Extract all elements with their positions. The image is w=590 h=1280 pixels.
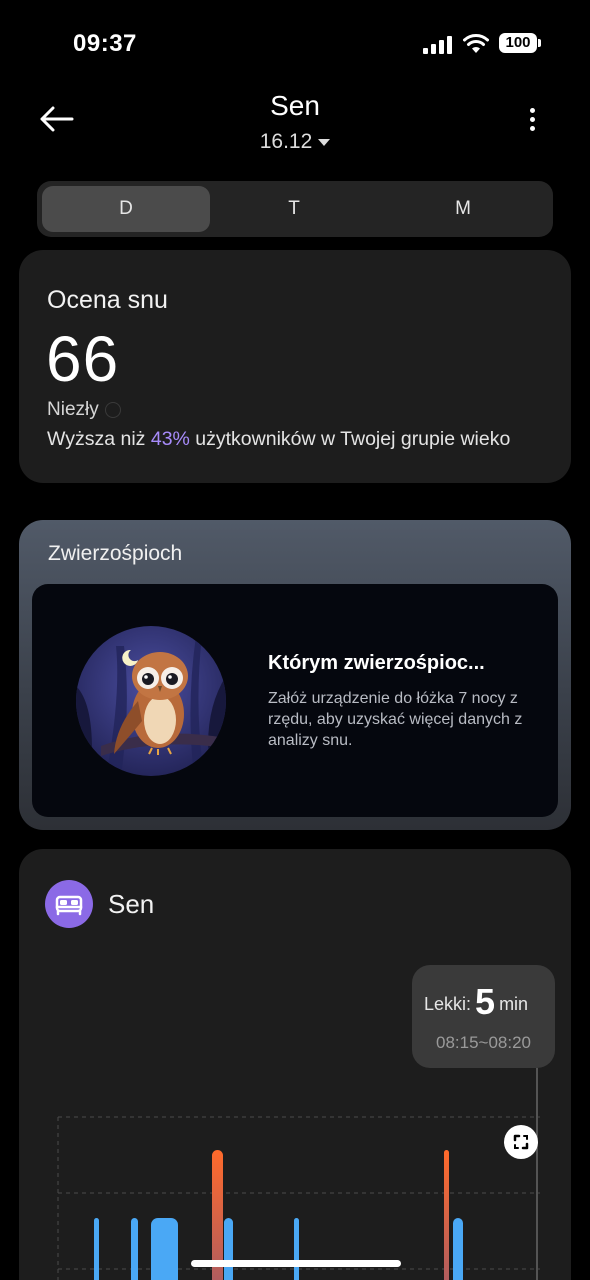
animal-description: Załóż urządzenie do łóżka 7 nocy z rzędu… <box>268 690 523 749</box>
compare-suffix: użytkowników w Twojej grupie wieko <box>189 428 511 450</box>
caret-down-icon <box>318 138 331 146</box>
tooltip-stage: Lekki: <box>424 994 472 1014</box>
compare-prefix: Wyższa niż <box>47 428 151 450</box>
page-title: Sen <box>270 90 320 121</box>
owl-illustration <box>76 626 226 776</box>
tooltip-value: 5 <box>475 981 496 1022</box>
compare-percent: 43% <box>150 428 190 450</box>
stage-tooltip: Lekki: 5 min 08:15~08:20 <box>412 965 555 1068</box>
more-vertical-icon[interactable] <box>526 106 540 134</box>
tab-month[interactable]: M <box>379 186 547 232</box>
animal-title: Którym zwierzośpioc... <box>268 652 485 674</box>
period-tabs: D T M <box>37 181 553 237</box>
expand-icon[interactable] <box>504 1125 538 1159</box>
cellular-signal-icon <box>423 36 453 54</box>
tooltip-value-line: Lekki: 5 min <box>424 981 528 1023</box>
score-label: Ocena snu <box>47 286 168 314</box>
animal-section-label: Zwierzośpioch <box>48 542 183 565</box>
tab-week[interactable]: T <box>210 186 378 232</box>
sleep-animal-card[interactable]: Zwierzośpioch Którym zwierzośpioc... Zał… <box>19 520 571 830</box>
status-time: 09:37 <box>73 30 137 57</box>
tooltip-unit: min <box>499 994 529 1014</box>
rating-text: Niezły <box>47 399 99 420</box>
light-sleep-bars <box>94 1218 463 1280</box>
wifi-icon <box>463 34 489 53</box>
battery-indicator: 100 <box>499 33 541 53</box>
date-selector[interactable]: 16.12 <box>0 130 590 154</box>
animal-inner-panel[interactable]: Którym zwierzośpioc... Załóż urządzenie … <box>32 584 558 817</box>
score-value: 66 <box>46 323 120 395</box>
sleep-score-card[interactable]: Ocena snu 66 Niezły Wyższa niż 43% użytk… <box>19 250 571 483</box>
tooltip-time-range: 08:15~08:20 <box>435 1033 531 1052</box>
home-indicator[interactable] <box>191 1260 401 1267</box>
status-bar: 09:37 100 <box>0 0 590 88</box>
tab-day[interactable]: D <box>42 186 210 232</box>
info-icon[interactable] <box>104 402 121 418</box>
date-label: 16.12 <box>259 130 313 153</box>
score-comparison: Wyższa niż 43% użytkowników w Twojej gru… <box>47 428 510 451</box>
score-rating: Niezły <box>47 399 121 421</box>
sleep-chart-card[interactable]: Sen Lekki: 5 min 08:15~08:20 <box>19 849 571 1280</box>
